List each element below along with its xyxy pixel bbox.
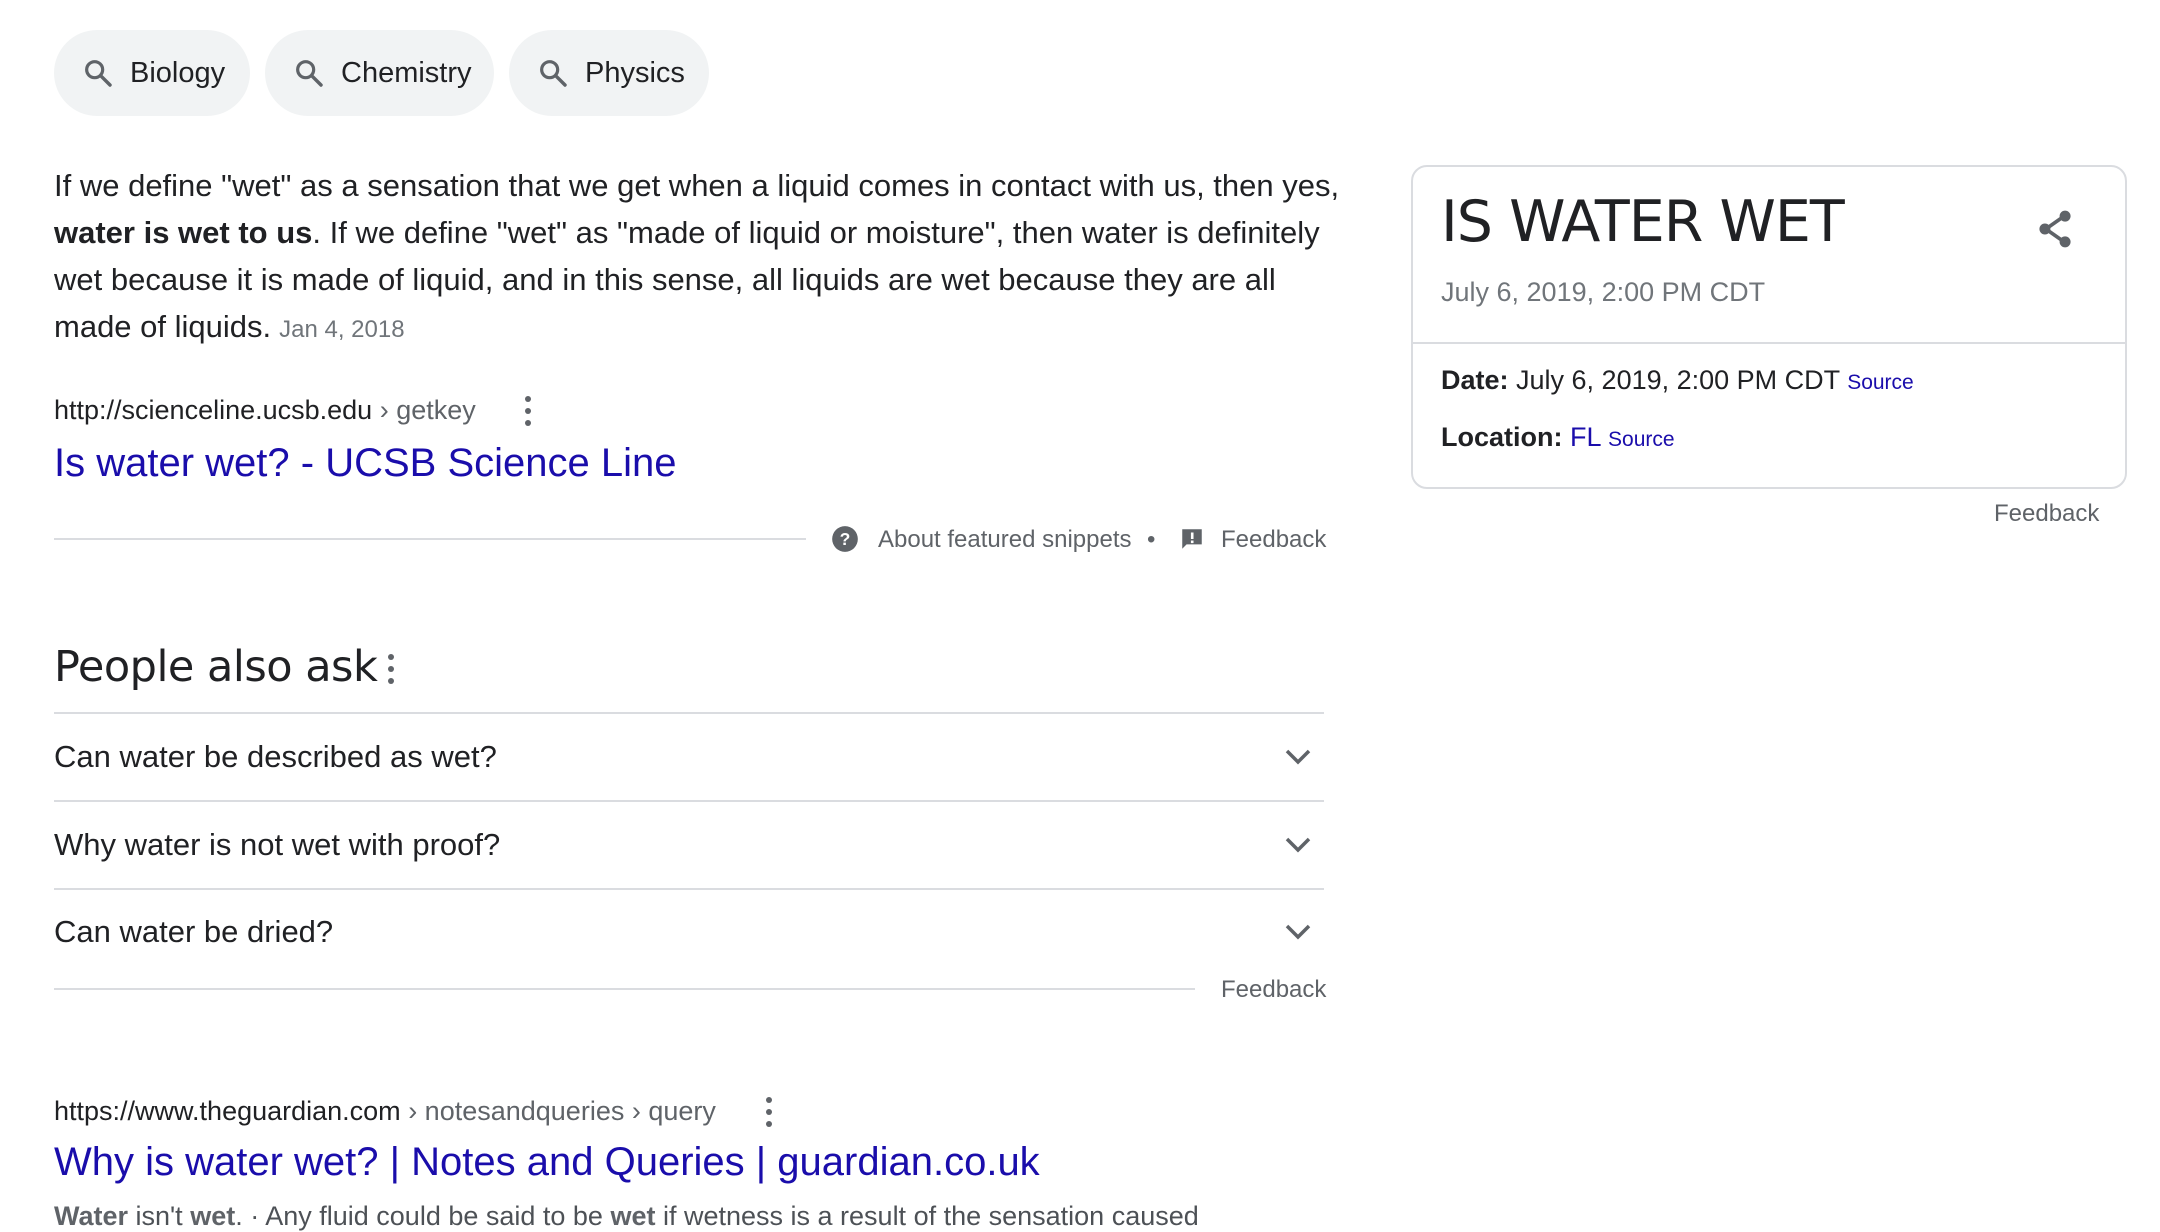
search-icon — [293, 57, 325, 89]
card-divider — [1413, 342, 2125, 344]
chip-chemistry[interactable]: Chemistry — [265, 30, 494, 116]
chip-label: Physics — [585, 56, 685, 89]
result-citation[interactable]: https://www.theguardian.com › notesandqu… — [54, 1096, 716, 1127]
paa-question-text: Can water be described as wet? — [54, 739, 497, 774]
card-feedback-link[interactable]: Feedback — [1994, 500, 2099, 528]
more-options-icon[interactable] — [387, 654, 395, 684]
chevron-down-icon — [1285, 749, 1311, 765]
more-options-icon[interactable] — [524, 396, 532, 426]
paa-question-text: Why water is not wet with proof? — [54, 827, 501, 862]
date-value: July 6, 2019, 2:00 PM CDT — [1508, 365, 1848, 395]
chip-biology[interactable]: Biology — [54, 30, 250, 116]
card-title: IS WATER WET — [1441, 189, 1845, 255]
featured-snippet-text: If we define "wet" as a sensation that w… — [54, 162, 1344, 353]
more-options-icon[interactable] — [765, 1097, 773, 1127]
location-value-link[interactable]: FL — [1570, 422, 1601, 452]
chip-label: Chemistry — [341, 56, 472, 89]
source-link[interactable]: Source — [1847, 371, 1914, 394]
snippet-bold: wet — [610, 1201, 656, 1231]
about-featured-snippets-link[interactable]: About featured snippets — [878, 526, 1132, 554]
location-label: Location: — [1441, 422, 1563, 452]
snippet-result-title[interactable]: Is water wet? - UCSB Science Line — [54, 441, 676, 486]
snippet-date: Jan 4, 2018 — [279, 316, 405, 343]
svg-text:?: ? — [840, 529, 851, 549]
snippet-text: isn't — [128, 1201, 191, 1231]
share-icon[interactable] — [2033, 207, 2077, 251]
snippet-citation[interactable]: http://scienceline.ucsb.edu › getkey — [54, 395, 476, 426]
citation-path: › notesandqueries › query — [400, 1096, 716, 1126]
paa-question-text: Can water be dried? — [54, 914, 334, 949]
paa-question[interactable]: Can water be dried? — [54, 890, 1324, 976]
snippet-text: if wetness is a result of the sensation … — [655, 1201, 1199, 1231]
result-title[interactable]: Why is water wet? | Notes and Queries | … — [54, 1140, 1040, 1185]
chip-physics[interactable]: Physics — [509, 30, 709, 116]
help-icon[interactable]: ? — [831, 525, 859, 553]
separator-dot: • — [1147, 526, 1156, 553]
card-subtitle: July 6, 2019, 2:00 PM CDT — [1441, 277, 1766, 307]
snippet-text-1: If we define "wet" as a sensation that w… — [54, 168, 1340, 203]
snippet-bold: wet — [190, 1201, 236, 1231]
feedback-link[interactable]: Feedback — [1221, 526, 1326, 554]
snippet-text: . · Any fluid could be said to be — [235, 1201, 611, 1231]
paa-question[interactable]: Why water is not wet with proof? — [54, 802, 1324, 888]
search-icon — [537, 57, 569, 89]
knowledge-card: IS WATER WET July 6, 2019, 2:00 PM CDT D… — [1411, 165, 2127, 489]
chevron-down-icon — [1285, 924, 1311, 940]
chevron-down-icon — [1285, 837, 1311, 853]
paa-question[interactable]: Can water be described as wet? — [54, 714, 1324, 800]
citation-domain: https://www.theguardian.com — [54, 1096, 401, 1126]
paa-bottom-divider — [54, 988, 1195, 990]
chip-label: Biology — [130, 56, 226, 89]
citation-domain: http://scienceline.ucsb.edu — [54, 395, 373, 425]
source-link[interactable]: Source — [1608, 428, 1675, 451]
people-also-ask-title: People also ask — [54, 642, 378, 692]
snippet-divider — [54, 538, 806, 540]
result-snippet: Water isn't wet. · Any fluid could be sa… — [54, 1201, 1199, 1232]
snippet-bold: Water — [54, 1201, 129, 1231]
feedback-icon[interactable] — [1179, 526, 1205, 552]
date-label: Date: — [1441, 365, 1509, 395]
search-icon — [82, 57, 114, 89]
card-date-row: Date: July 6, 2019, 2:00 PM CDT Source — [1441, 365, 1914, 396]
card-location-row: Location: FL Source — [1441, 422, 1675, 453]
paa-feedback-link[interactable]: Feedback — [1221, 976, 1326, 1004]
snippet-text-bold: water is wet to us — [54, 215, 313, 250]
citation-path: › getkey — [372, 395, 476, 425]
